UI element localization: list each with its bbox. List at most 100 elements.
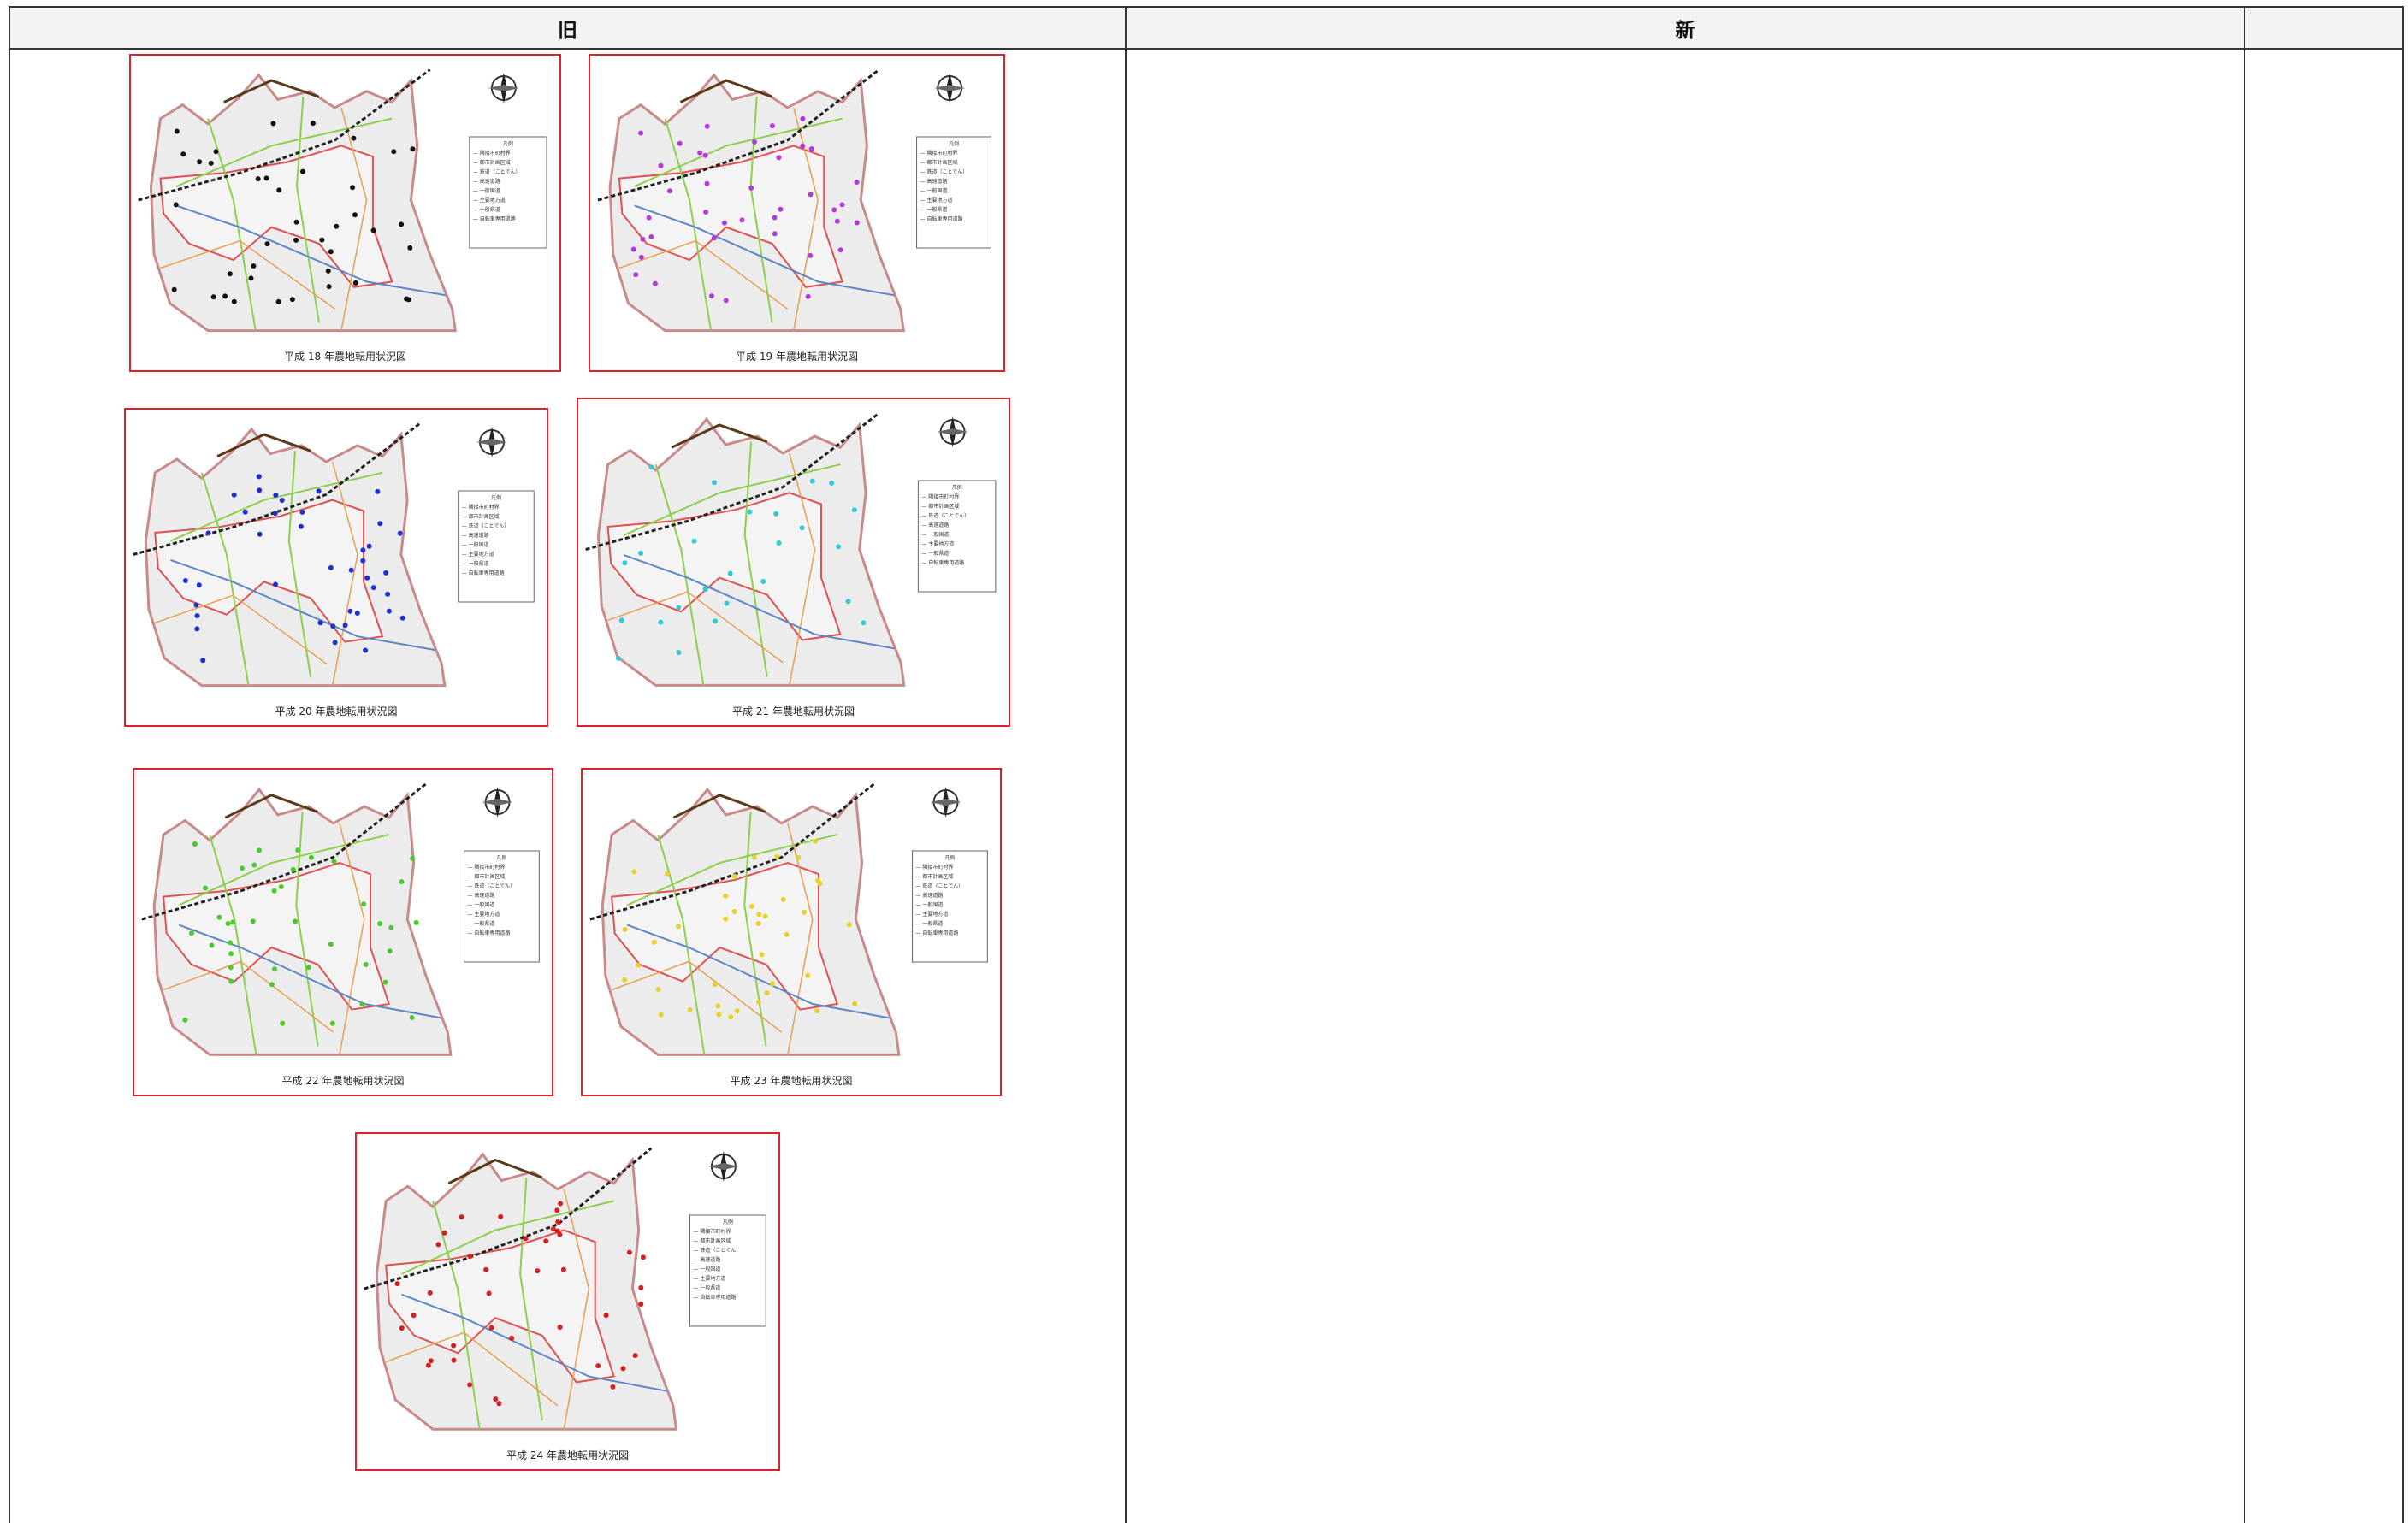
conversion-point (194, 626, 200, 632)
conversion-point (360, 547, 366, 553)
map-panel-h24: 平成 24 年農地転用状況図 凡例 — 隣接市町村界 — 都市計画区域 — 鉄道（こと… (355, 1132, 780, 1471)
conversion-point (615, 655, 621, 661)
conversion-point (386, 608, 392, 614)
conversion-point (255, 176, 261, 182)
conversion-point (409, 1015, 415, 1021)
conversion-point (814, 1008, 820, 1014)
conversion-point (800, 143, 806, 149)
conversion-point (759, 952, 765, 958)
conversion-point (648, 234, 654, 239)
legend-item: — 一般国道 (921, 532, 950, 538)
conversion-point (723, 298, 729, 304)
conversion-point (350, 185, 356, 191)
conversion-point (727, 570, 733, 576)
conversion-point (724, 600, 730, 606)
conversion-point (851, 507, 857, 513)
conversion-point (329, 1020, 335, 1026)
map-panel-h21: 平成 21 年農地転用状況図 凡例 — 隣接市町村界 — 都市計画区域 — 鉄道（こと… (577, 398, 1010, 727)
legend-item: — 隣接市町村界 (920, 151, 958, 156)
conversion-point (407, 245, 413, 251)
conversion-point (638, 1302, 644, 1307)
conversion-point (493, 1396, 499, 1402)
conversion-point (328, 249, 334, 255)
conversion-point (747, 509, 753, 515)
conversion-point (774, 853, 780, 859)
conversion-point (839, 202, 845, 208)
legend: 凡例 — 隣接市町村界 — 都市計画区域 — 鉄道（ことでん） — 高速道路 — 一般国道… (468, 853, 536, 938)
conversion-point (290, 866, 296, 872)
conversion-point (543, 1238, 549, 1244)
conversion-point (834, 218, 840, 224)
conversion-point (377, 921, 383, 927)
conversion-point (633, 272, 639, 278)
conversion-point (776, 540, 782, 546)
conversion-point (486, 1290, 492, 1296)
conversion-point (222, 293, 228, 299)
legend-item: — 一般国道 (920, 188, 948, 194)
conversion-point (734, 1008, 740, 1014)
conversion-point (189, 930, 194, 936)
legend-item: — 一般県道 (920, 207, 948, 213)
legend-item: — 一般県道 (472, 207, 500, 213)
conversion-point (800, 115, 806, 121)
legend-title: 凡例 (502, 141, 513, 147)
conversion-point (361, 901, 367, 907)
conversion-point (802, 909, 807, 915)
conversion-point (410, 146, 416, 152)
conversion-point (410, 855, 416, 861)
legend-item: — 高速道路 (915, 893, 944, 899)
legend: 凡例 — 隣接市町村界 — 都市計画区域 — 鉄道（ことでん） — 高速道路 — 一般国道… (921, 483, 992, 568)
legend-item: — 高速道路 (461, 533, 489, 539)
conversion-point (342, 623, 348, 629)
conversion-point (728, 1014, 734, 1020)
conversion-point (626, 1249, 632, 1255)
conversion-point (676, 605, 682, 611)
conversion-point (210, 294, 216, 300)
map-panel-h22: 平成 22 年農地転用状況図 凡例 — 隣接市町村界 — 都市計画区域 — 鉄道（こと… (133, 768, 553, 1096)
conversion-point (467, 1254, 473, 1260)
legend-item: — 鉄道（ことでん） (472, 169, 521, 175)
conversion-point (394, 1281, 400, 1287)
conversion-point (755, 921, 761, 927)
conversion-point (325, 268, 331, 274)
conversion-point (676, 924, 682, 930)
conversion-point (257, 531, 263, 537)
conversion-point (655, 987, 661, 992)
conversion-point (610, 1384, 616, 1390)
conversion-point (225, 921, 231, 926)
conversion-point (180, 151, 186, 157)
conversion-point (831, 207, 837, 213)
conversion-point (837, 247, 843, 253)
conversion-point (702, 587, 708, 593)
conversion-point (203, 885, 208, 891)
legend-item: — 都市計画区域 (467, 874, 506, 880)
conversion-point (509, 1335, 515, 1341)
conversion-point (352, 280, 358, 286)
conversion-point (375, 488, 381, 494)
conversion-point (773, 511, 779, 517)
conversion-point (854, 180, 860, 185)
conversion-point (691, 538, 697, 544)
conversion-point (326, 284, 332, 290)
legend-title: 凡例 (949, 141, 960, 147)
conversion-point (622, 977, 628, 983)
conversion-point (413, 919, 419, 925)
legend-item: — 隣接市町村界 (921, 494, 960, 500)
legend-item: — 高速道路 (920, 179, 948, 185)
conversion-point (772, 231, 778, 237)
legend-item: — 自転車専用道路 (915, 930, 959, 936)
conversion-point (451, 1357, 457, 1363)
conversion-point (383, 570, 389, 576)
legend-item: — 高速道路 (921, 522, 950, 528)
legend-title: 凡例 (496, 855, 507, 861)
legend-item: — 一般国道 (915, 902, 944, 908)
legend-item: — 一般県道 (693, 1285, 721, 1291)
conversion-point (523, 1236, 529, 1242)
conversion-point (182, 578, 188, 583)
conversion-point (799, 525, 805, 531)
column-divider-old-new (1125, 6, 1127, 1523)
conversion-point (328, 942, 334, 947)
header-divider (9, 48, 2404, 50)
legend-item: — 主要地方道 (915, 912, 949, 918)
conversion-point (213, 149, 219, 155)
